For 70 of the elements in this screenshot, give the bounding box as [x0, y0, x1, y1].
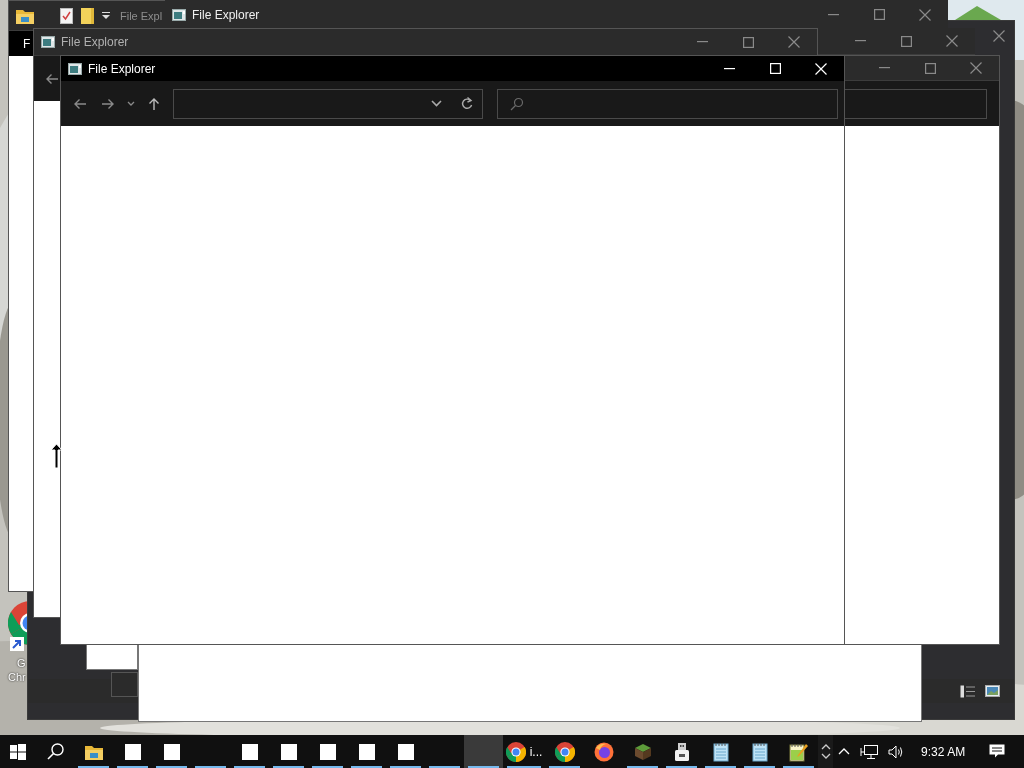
notepad-icon — [712, 741, 729, 762]
close-icon — [815, 62, 827, 75]
minimize-icon — [696, 41, 708, 43]
checklist-icon[interactable] — [60, 7, 73, 24]
search-icon — [46, 743, 64, 760]
minimize-icon — [878, 67, 890, 69]
firefox-icon — [593, 741, 614, 762]
scroll-buttons[interactable] — [818, 735, 834, 768]
close-icon — [946, 35, 958, 47]
details-view-icon — [960, 684, 976, 698]
chevron-down-icon — [126, 100, 135, 107]
maximize-icon — [924, 62, 936, 74]
usb-drive-icon — [673, 741, 690, 762]
notepad-icon — [751, 741, 768, 762]
app-icon — [358, 743, 375, 760]
notepad-pen-icon — [788, 741, 809, 762]
folder-icon — [16, 7, 34, 24]
window-title: File Explorer — [88, 61, 156, 76]
refresh-icon — [460, 97, 473, 110]
note-icon[interactable] — [81, 7, 94, 24]
minimize-icon — [827, 13, 839, 16]
back-icon — [72, 96, 87, 111]
chevron-down-icon — [820, 753, 831, 759]
customize-icon[interactable] — [102, 11, 110, 20]
close-icon — [788, 36, 800, 48]
minimize-icon — [723, 67, 735, 70]
speaker-icon — [888, 744, 905, 759]
forward-icon — [100, 96, 115, 111]
chrome-icon — [505, 741, 526, 762]
maximize-icon — [900, 35, 912, 47]
close-icon — [993, 30, 1005, 42]
app-icon — [280, 743, 297, 760]
maximize-icon — [873, 9, 885, 20]
app-icon — [163, 743, 180, 760]
app-icon — [319, 743, 336, 760]
shortcut-label: Chr — [8, 671, 26, 683]
search-icon — [509, 96, 524, 111]
notification-icon — [989, 744, 1006, 759]
large-icons-view-icon — [984, 685, 1000, 697]
chevron-up-icon — [838, 748, 851, 755]
window-icon — [172, 8, 186, 21]
window-icon — [68, 62, 82, 75]
window-title: File Explorer — [61, 35, 129, 49]
chevron-up-icon — [820, 744, 831, 750]
address-field[interactable] — [172, 88, 483, 119]
maximize-icon — [742, 36, 754, 48]
shortcut-label: G — [17, 657, 26, 669]
chrome-icon — [554, 741, 575, 762]
app-icon — [124, 743, 141, 760]
minimize-icon — [854, 40, 866, 42]
app-icon — [241, 743, 258, 760]
ribbon-tab[interactable]: F — [23, 36, 31, 51]
window-title: File Expl — [120, 9, 163, 22]
search-field[interactable] — [496, 88, 838, 119]
chevron-down-icon — [431, 100, 443, 107]
close-icon — [919, 8, 931, 21]
close-icon — [970, 62, 982, 74]
search-field[interactable] — [844, 88, 987, 119]
grass-block-icon — [633, 742, 652, 761]
back-icon — [45, 71, 59, 86]
taskbar-button[interactable]: i... — [503, 735, 545, 768]
shortcut-arrow-icon — [10, 637, 24, 651]
maximize-icon — [769, 63, 781, 74]
clock[interactable]: 9:32 AM — [909, 735, 978, 768]
network-icon — [860, 743, 879, 760]
windows-logo-icon — [10, 743, 26, 760]
folder-icon — [84, 743, 103, 760]
window-title: File Explorer — [192, 7, 260, 22]
window-icon — [41, 36, 55, 48]
app-icon — [397, 743, 414, 760]
